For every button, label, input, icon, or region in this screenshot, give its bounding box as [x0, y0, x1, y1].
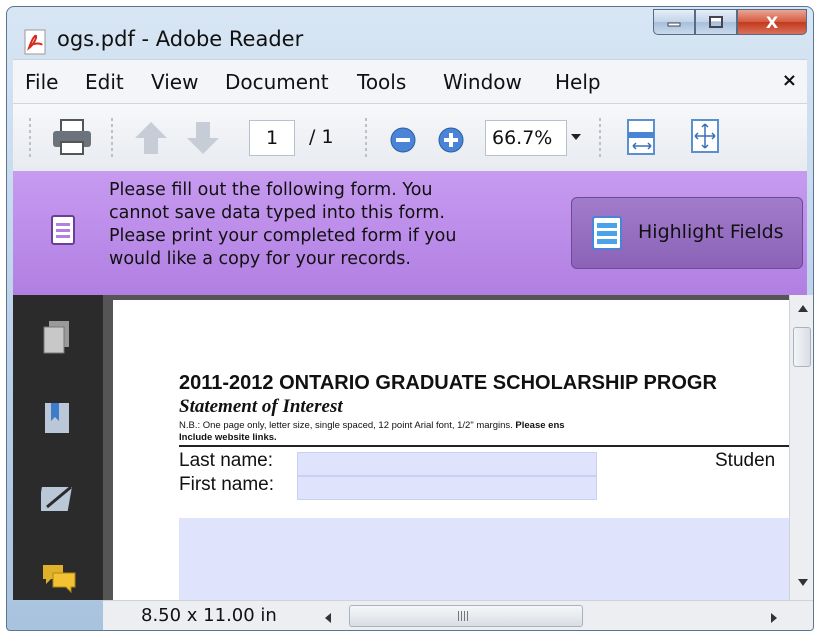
menu-bar: File Edit View Document Tools Window Hel…: [13, 59, 807, 104]
fit-page-icon[interactable]: [689, 118, 723, 158]
adobe-reader-icon: [24, 29, 46, 55]
horizontal-scroll-thumb[interactable]: [349, 605, 583, 627]
last-name-field[interactable]: [297, 452, 597, 476]
grip-icon: [458, 611, 468, 621]
page-total: / 1: [309, 126, 334, 148]
form-message: Please fill out the following form. You …: [109, 180, 457, 269]
comments-icon[interactable]: [41, 561, 77, 595]
highlight-fields-label: Highlight Fields: [638, 221, 784, 243]
scroll-up-icon[interactable]: [798, 305, 808, 312]
vertical-scrollbar[interactable]: [789, 295, 813, 600]
minimize-icon: [667, 22, 681, 27]
page-number-input[interactable]: 1: [249, 120, 295, 156]
menu-window[interactable]: Window: [443, 70, 522, 94]
minimize-button[interactable]: [653, 9, 695, 35]
document-view[interactable]: 2011-2012 ONTARIO GRADUATE SCHOLARSHIP P…: [103, 295, 789, 600]
status-bar: 8.50 x 11.00 in: [103, 600, 813, 630]
page-size-label: 8.50 x 11.00 in: [141, 605, 277, 626]
scroll-down-icon[interactable]: [798, 579, 808, 586]
close-icon: X: [765, 12, 779, 32]
scroll-left-icon[interactable]: [325, 613, 331, 623]
zoom-dropdown-icon[interactable]: [571, 134, 581, 140]
title-bar: ogs.pdf - Adobe Reader X: [7, 7, 813, 59]
fit-width-icon[interactable]: [625, 118, 659, 158]
document-note-line2: Include website links.: [179, 432, 277, 443]
window-controls: X: [653, 9, 807, 37]
document-subtitle: Statement of Interest: [179, 396, 343, 417]
zoom-in-icon[interactable]: [437, 118, 469, 158]
adobe-reader-window: ogs.pdf - Adobe Reader X File Edit View …: [6, 6, 814, 631]
form-document-icon: [51, 215, 75, 245]
toolbar-separator: [365, 118, 367, 158]
print-icon[interactable]: [49, 118, 95, 158]
form-notification-bar: Please fill out the following form. You …: [13, 171, 807, 295]
highlight-fields-icon: [592, 216, 622, 250]
maximize-button[interactable]: [695, 9, 737, 35]
document-note: N.B.: One page only, letter size, single…: [179, 420, 565, 431]
note-bold-text: Please ens: [515, 420, 565, 431]
toolbar-separator: [29, 118, 31, 158]
menu-file[interactable]: File: [25, 70, 58, 94]
window-title: ogs.pdf - Adobe Reader: [57, 27, 304, 51]
statement-text-field[interactable]: [179, 518, 789, 600]
last-name-label: Last name:: [179, 450, 273, 471]
divider: [179, 445, 789, 447]
toolbar-separator: [111, 118, 113, 158]
close-button[interactable]: X: [737, 9, 807, 35]
menu-edit[interactable]: Edit: [85, 70, 124, 94]
next-page-icon[interactable]: [183, 118, 223, 158]
menu-help[interactable]: Help: [555, 70, 601, 94]
toolbar-separator: [599, 118, 601, 158]
bookmarks-icon[interactable]: [41, 399, 73, 437]
pages-icon[interactable]: [41, 319, 73, 357]
menu-view[interactable]: View: [151, 70, 198, 94]
menu-document[interactable]: Document: [225, 70, 329, 94]
highlight-fields-button[interactable]: Highlight Fields: [571, 197, 803, 269]
scroll-right-icon[interactable]: [771, 613, 777, 623]
student-label: Studen: [715, 450, 776, 471]
first-name-label: First name:: [179, 474, 275, 495]
vertical-scroll-thumb[interactable]: [793, 327, 811, 367]
maximize-icon: [709, 16, 723, 28]
menu-tools[interactable]: Tools: [357, 70, 406, 94]
document-title: 2011-2012 ONTARIO GRADUATE SCHOLARSHIP P…: [179, 372, 717, 394]
signatures-icon[interactable]: [41, 481, 77, 515]
zoom-out-icon[interactable]: [389, 118, 421, 158]
zoom-level-input[interactable]: 66.7%: [485, 120, 567, 156]
navigation-panel: [13, 295, 103, 600]
previous-page-icon[interactable]: [131, 118, 171, 158]
toolbar: 1 / 1 66.7%: [13, 103, 807, 172]
pdf-page: 2011-2012 ONTARIO GRADUATE SCHOLARSHIP P…: [113, 300, 789, 600]
note-text: N.B.: One page only, letter size, single…: [179, 420, 516, 431]
first-name-field[interactable]: [297, 476, 597, 500]
close-document-icon[interactable]: ×: [782, 70, 797, 91]
